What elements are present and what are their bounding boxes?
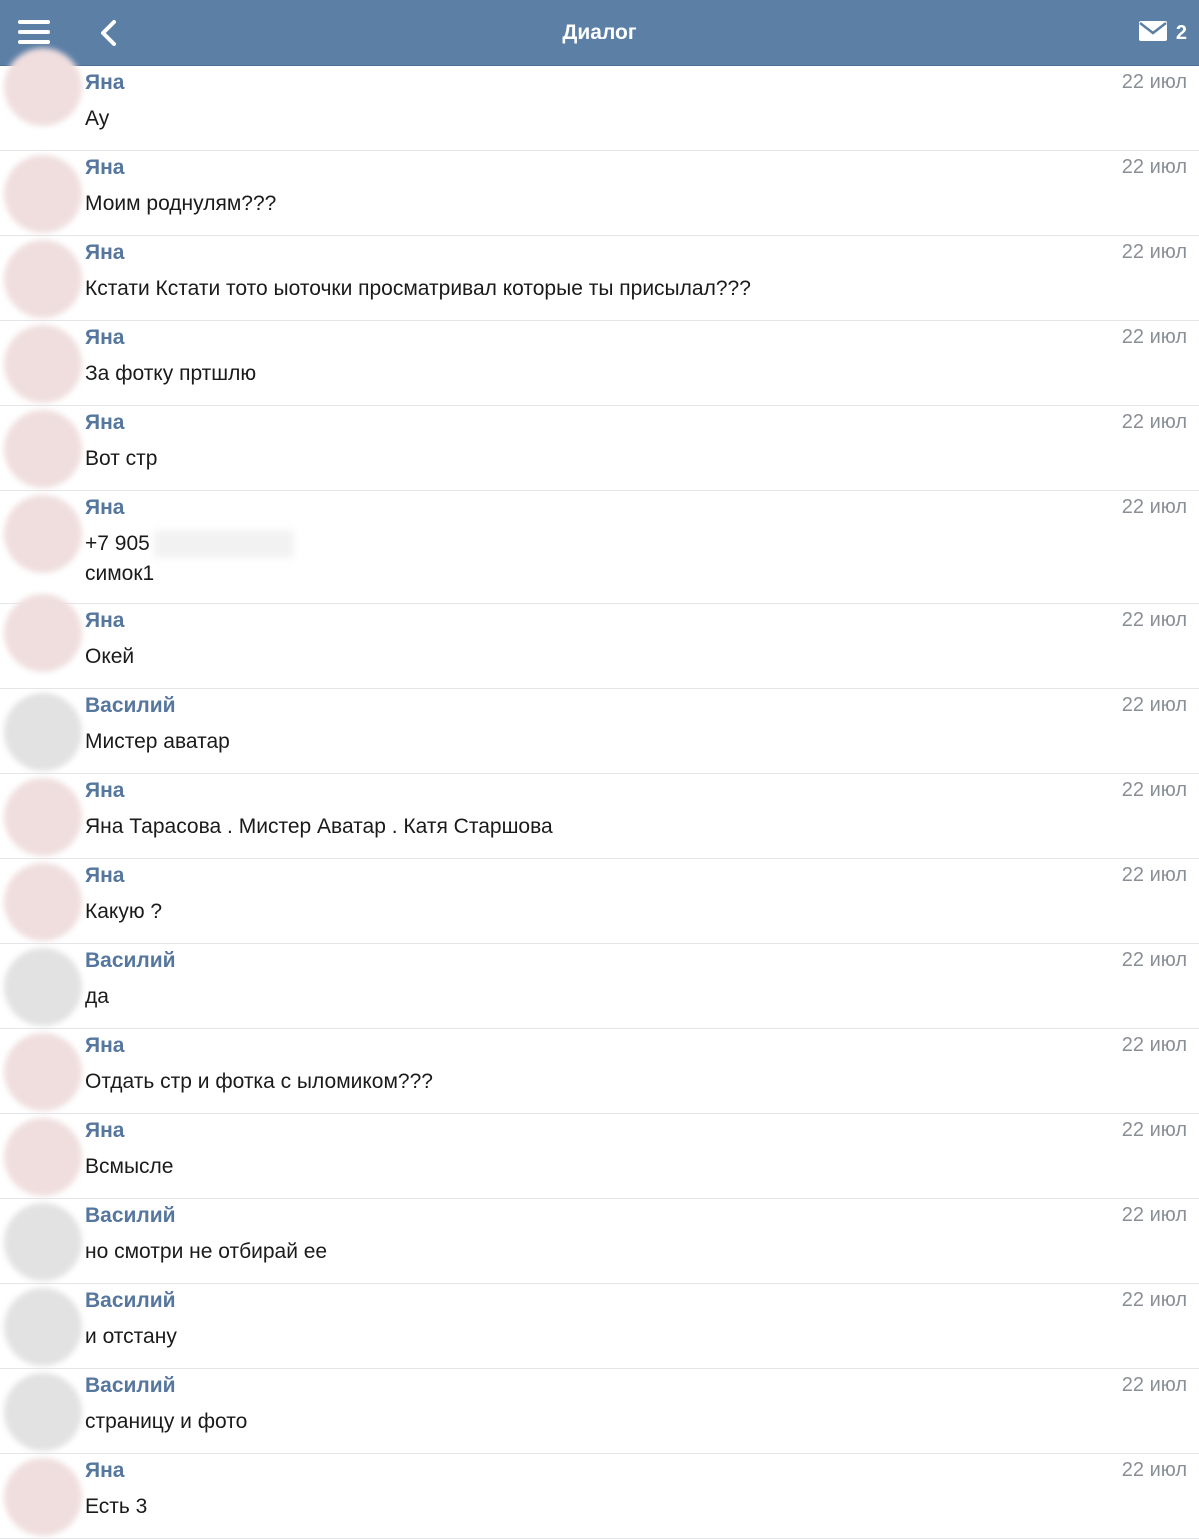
message-date: 22 июл [1121, 1459, 1187, 1481]
message-item[interactable]: Яна 22 июл За фотку пртшлю [0, 321, 1199, 406]
message-item[interactable]: Яна 22 июл Ау [0, 48, 1199, 151]
menu-icon[interactable] [18, 20, 50, 44]
message-item[interactable]: Василий 22 июл да [0, 944, 1199, 1029]
message-text: Вот стр [85, 447, 158, 470]
message-text-line-2: симок1 [85, 562, 155, 585]
message-date: 22 июл [1121, 326, 1187, 348]
message-text: да [85, 985, 109, 1008]
message-text: Есть 3 [85, 1495, 148, 1518]
sender-name[interactable]: Василий [85, 949, 176, 973]
avatar[interactable] [4, 594, 82, 672]
sender-name[interactable]: Яна [85, 411, 124, 435]
message-date: 22 июл [1121, 949, 1187, 971]
avatar[interactable] [4, 1033, 82, 1111]
avatar[interactable] [4, 1118, 82, 1196]
unread-count-badge: 2 [1175, 21, 1187, 44]
avatar[interactable] [4, 410, 82, 488]
sender-name[interactable]: Яна [85, 71, 124, 95]
sender-name[interactable]: Яна [85, 779, 124, 803]
message-text: Ау [85, 107, 110, 130]
sender-name[interactable]: Яна [85, 1119, 124, 1143]
message-text: Мистер аватар [85, 730, 230, 753]
message-item[interactable]: Василий 22 июл Мистер аватар [0, 689, 1199, 774]
message-text: Кстати Кстати тото ыоточки просматривал … [85, 277, 751, 300]
message-item[interactable]: Яна 22 июл Всмысле [0, 1114, 1199, 1199]
message-date: 22 июл [1121, 1374, 1187, 1396]
message-text: страницу и фото [85, 1410, 248, 1433]
avatar[interactable] [4, 240, 82, 318]
avatar[interactable] [4, 495, 82, 573]
message-item[interactable]: Яна 22 июл Отдать стр и фотка с ыломиком… [0, 1029, 1199, 1114]
message-date: 22 июл [1121, 609, 1187, 631]
message-item[interactable]: Василий 22 июл страницу и фото [0, 1369, 1199, 1454]
message-date: 22 июл [1121, 71, 1187, 93]
message-item[interactable]: Яна 22 июл Яна Тарасова . Мистер Аватар … [0, 774, 1199, 859]
message-date: 22 июл [1121, 694, 1187, 716]
avatar[interactable] [4, 155, 82, 233]
sender-name[interactable]: Василий [85, 1204, 176, 1228]
sender-name[interactable]: Яна [85, 496, 124, 520]
avatar[interactable] [4, 1288, 82, 1366]
redacted-blur [153, 530, 294, 559]
avatar[interactable] [4, 863, 82, 941]
message-date: 22 июл [1121, 1119, 1187, 1141]
message-text: Окей [85, 645, 135, 668]
message-list: Яна 22 июл Ау Яна 22 июл Моим роднулям??… [0, 48, 1199, 1539]
message-item[interactable]: Яна 22 июл Моим роднулям??? [0, 151, 1199, 236]
message-text: но смотри не отбирай ее [85, 1240, 328, 1263]
message-text: Какую ? [85, 900, 163, 923]
message-date: 22 июл [1121, 156, 1187, 178]
message-date: 22 июл [1121, 1289, 1187, 1311]
message-text: и отстану [85, 1325, 177, 1348]
sender-name[interactable]: Яна [85, 1034, 124, 1058]
sender-name[interactable]: Василий [85, 694, 176, 718]
message-item[interactable]: Василий 22 июл но смотри не отбирай ее [0, 1199, 1199, 1284]
message-text: Отдать стр и фотка с ыломиком??? [85, 1070, 433, 1093]
message-item[interactable]: Яна 22 июл +7 905 симок1 [0, 491, 1199, 604]
sender-name[interactable]: Яна [85, 326, 124, 350]
sender-name[interactable]: Яна [85, 864, 124, 888]
sender-name[interactable]: Яна [85, 1459, 124, 1483]
message-date: 22 июл [1121, 411, 1187, 433]
avatar[interactable] [4, 693, 82, 771]
unread-messages-button[interactable]: 2 [1138, 20, 1187, 46]
message-item[interactable]: Яна 22 июл Окей [0, 594, 1199, 689]
message-text: Моим роднулям??? [85, 192, 277, 215]
sender-name[interactable]: Василий [85, 1289, 176, 1313]
message-date: 22 июл [1121, 241, 1187, 263]
message-item[interactable]: Яна 22 июл Какую ? [0, 859, 1199, 944]
sender-name[interactable]: Василий [85, 1374, 176, 1398]
top-bar: Диалог 2 [0, 0, 1199, 66]
message-text: Всмысле [85, 1155, 174, 1178]
page-title: Диалог [562, 21, 637, 44]
avatar[interactable] [4, 1373, 82, 1451]
back-arrow-icon[interactable] [96, 18, 122, 48]
mail-icon [1138, 20, 1168, 47]
phone-number-text: +7 905 [85, 532, 150, 555]
sender-name[interactable]: Яна [85, 609, 124, 633]
message-item[interactable]: Яна 22 июл Есть 3 [0, 1454, 1199, 1539]
avatar[interactable] [4, 948, 82, 1026]
avatar[interactable] [4, 1203, 82, 1281]
avatar[interactable] [4, 325, 82, 403]
message-text: Яна Тарасова . Мистер Аватар . Катя Стар… [85, 815, 553, 838]
message-date: 22 июл [1121, 496, 1187, 518]
message-date: 22 июл [1121, 864, 1187, 886]
sender-name[interactable]: Яна [85, 241, 124, 265]
message-item[interactable]: Яна 22 июл Кстати Кстати тото ыоточки пр… [0, 236, 1199, 321]
avatar[interactable] [4, 1458, 82, 1536]
message-date: 22 июл [1121, 779, 1187, 801]
sender-name[interactable]: Яна [85, 156, 124, 180]
avatar[interactable] [4, 778, 82, 856]
message-text: +7 905 симок1 [85, 529, 294, 589]
message-text: За фотку пртшлю [85, 362, 257, 385]
message-date: 22 июл [1121, 1204, 1187, 1226]
message-date: 22 июл [1121, 1034, 1187, 1056]
avatar[interactable] [4, 48, 82, 126]
message-item[interactable]: Василий 22 июл и отстану [0, 1284, 1199, 1369]
message-item[interactable]: Яна 22 июл Вот стр [0, 406, 1199, 491]
